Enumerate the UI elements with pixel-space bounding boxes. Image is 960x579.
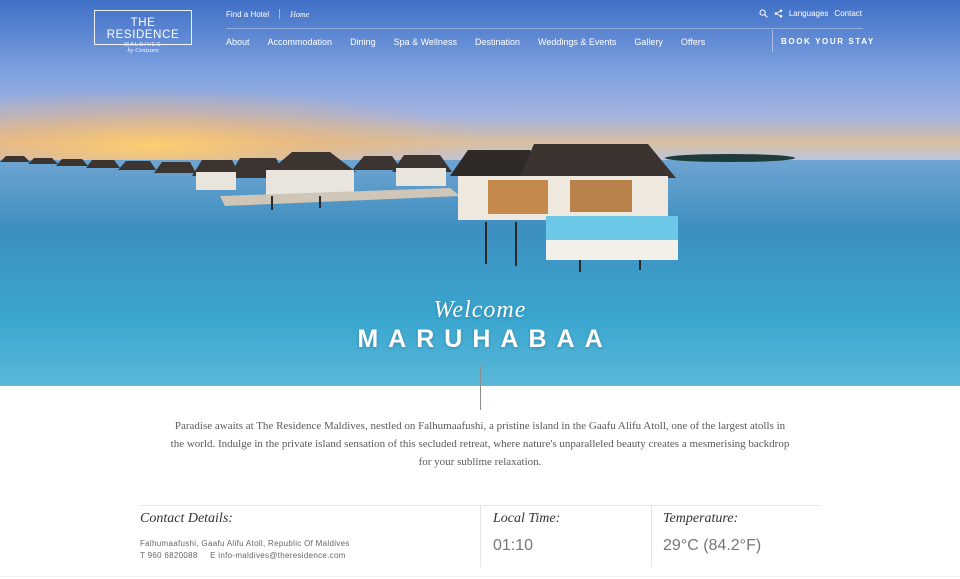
- contact-email[interactable]: E info-maldives@theresidence.com: [210, 551, 346, 560]
- share-icon[interactable]: [774, 9, 783, 18]
- nav-item-spa-wellness[interactable]: Spa & Wellness: [394, 37, 457, 47]
- home-link[interactable]: Home: [290, 10, 309, 19]
- utility-links: Languages Contact: [759, 9, 862, 18]
- hero-title: MARUHABAA: [357, 325, 613, 353]
- nav-item-about[interactable]: About: [226, 37, 250, 47]
- local-time-heading: Local Time:: [493, 511, 561, 526]
- hero-banner: THE RESIDENCE MALDIVES by Cenizaro Find …: [0, 0, 960, 386]
- main-nav: About Accommodation Dining Spa & Wellnes…: [226, 37, 705, 47]
- nav-item-accommodation[interactable]: Accommodation: [268, 37, 333, 47]
- logo-title: THE RESIDENCE: [106, 17, 180, 41]
- nav-item-offers[interactable]: Offers: [681, 37, 705, 47]
- contact-heading: Contact Details:: [140, 511, 233, 526]
- local-time-value: 01:10: [493, 537, 534, 554]
- column-divider: [651, 505, 652, 567]
- divider: [279, 9, 281, 19]
- contact-phone-email: T 960 6820088 E info-maldives@theresiden…: [140, 551, 346, 560]
- languages-link[interactable]: Languages: [789, 9, 829, 18]
- book-your-stay-button[interactable]: BOOK YOUR STAY: [781, 37, 875, 46]
- temperature-value: 29°C (84.2°F): [663, 537, 762, 554]
- temperature-heading: Temperature:: [663, 511, 739, 526]
- find-hotel-link[interactable]: Find a Hotel: [226, 10, 269, 19]
- nav-item-gallery[interactable]: Gallery: [634, 37, 663, 47]
- welcome-text: Welcome: [433, 297, 527, 323]
- contact-link[interactable]: Contact: [834, 9, 862, 18]
- contact-address: Falhumaafushi, Gaafu Alifu Atoll, Republ…: [140, 539, 350, 548]
- contact-phone[interactable]: T 960 6820088: [140, 551, 198, 560]
- book-divider: [772, 30, 773, 52]
- header-divider: [226, 28, 863, 29]
- logo-by-cenizaro: by Cenizaro: [127, 47, 159, 54]
- scroll-line: [480, 366, 481, 410]
- intro-paragraph: Paradise awaits at The Residence Maldive…: [170, 420, 790, 468]
- nav-item-destination[interactable]: Destination: [475, 37, 520, 47]
- logo[interactable]: THE RESIDENCE MALDIVES: [94, 10, 192, 48]
- nav-item-weddings-events[interactable]: Weddings & Events: [538, 37, 616, 47]
- footer-divider: [0, 576, 960, 577]
- top-links: Find a Hotel Home: [226, 9, 309, 19]
- column-divider: [480, 505, 481, 567]
- search-icon[interactable]: [759, 9, 768, 18]
- nav-item-dining[interactable]: Dining: [350, 37, 376, 47]
